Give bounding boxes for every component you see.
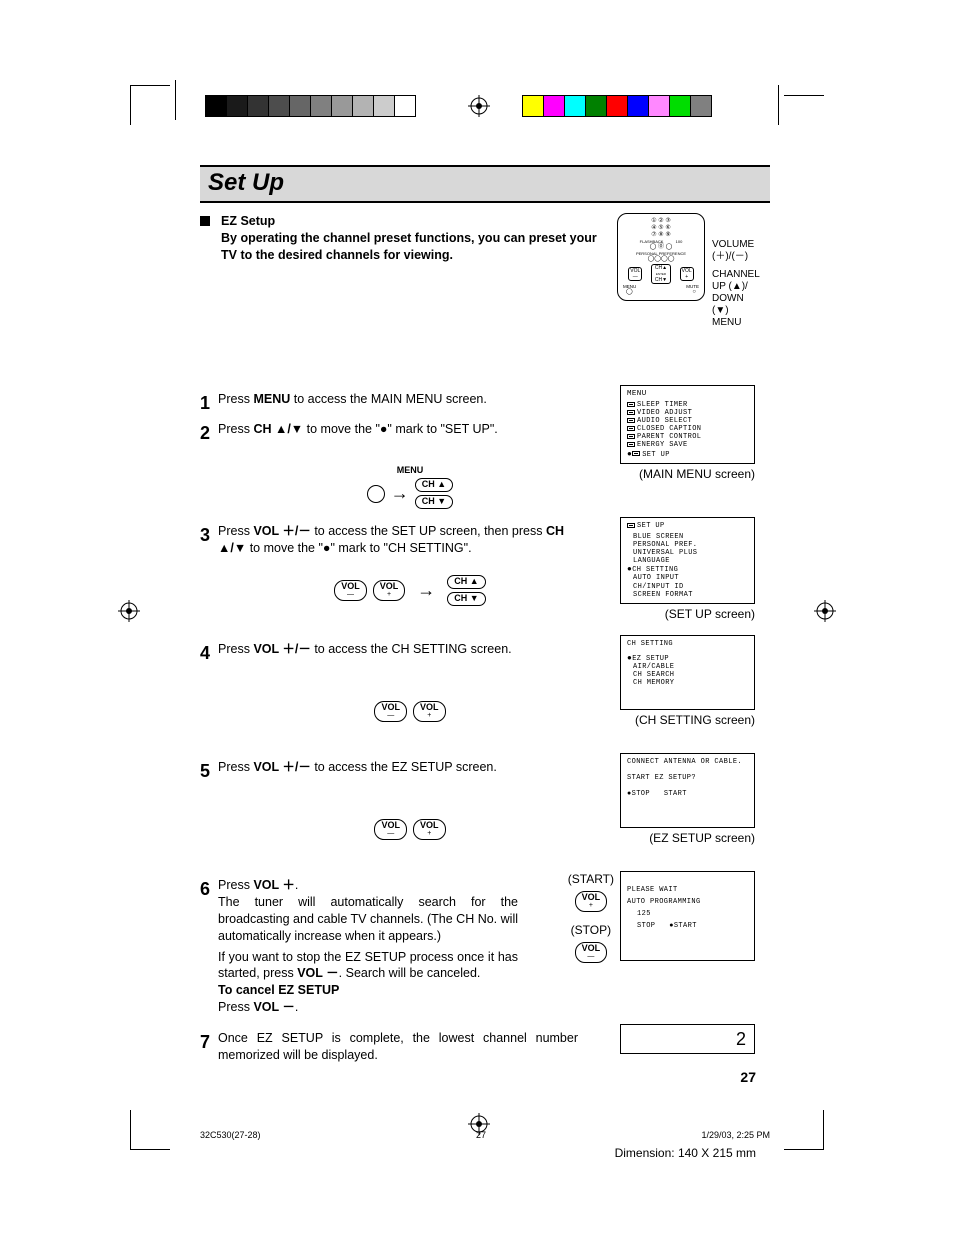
step-3-controls: VOL— VOL+ → CH ▲ CH ▼: [200, 575, 620, 606]
step-2-number: 2: [200, 421, 218, 445]
color-bar: [522, 95, 711, 117]
registration-mark-bottom: [468, 1113, 490, 1140]
step-5-controls: VOL— VOL+: [200, 818, 620, 840]
setup-screen-label: (SET UP screen): [620, 606, 755, 622]
crop-mark-top-right-v: [778, 85, 779, 125]
step-1-text: Press MENU to access the MAIN MENU scree…: [218, 391, 620, 408]
step-6-controls: (START) VOL+ (STOP) VOL—: [568, 871, 614, 963]
crop-mark-bottom-right: [784, 1110, 824, 1150]
step-6-number: 6: [200, 877, 218, 901]
crop-mark-top-left-v: [175, 80, 176, 120]
step-3-number: 3: [200, 523, 218, 547]
step-4-text: Press VOL ＋/－ to access the CH SETTING s…: [218, 641, 620, 658]
ch-setting-screen-label: (CH SETTING screen): [620, 712, 755, 728]
vol-minus-button: VOL—: [334, 580, 367, 601]
step-7-text: Once EZ SETUP is complete, the lowest ch…: [218, 1030, 578, 1064]
section-heading: EZ Setup: [221, 214, 275, 228]
title-bar: Set Up: [200, 165, 770, 203]
footer-file: 32C530(27-28): [200, 1130, 261, 1140]
step-6-text: Press VOL ＋. The tuner will automaticall…: [218, 877, 518, 1016]
page-number: 27: [740, 1069, 756, 1085]
step-2-controls: MENU → CH ▲ CH ▼: [200, 463, 620, 509]
registration-mark-left: [118, 600, 140, 627]
vol-plus-button: VOL+: [373, 580, 406, 601]
dimension-note: Dimension: 140 X 215 mm: [615, 1146, 756, 1160]
remote-diagram: ① ② ③ ④ ⑤ ⑥ ⑦ ⑧ ⑨ FLASHBACK 100 ◯ ⓪ ◯ PE…: [617, 213, 762, 301]
step-5-number: 5: [200, 759, 218, 783]
ez-setup-screen: CONNECT ANTENNA OR CABLE. START EZ SETUP…: [620, 753, 755, 828]
crop-mark-top-left: [130, 85, 170, 125]
section-intro: By operating the channel preset function…: [221, 231, 597, 262]
ch-down-button: CH ▼: [415, 495, 453, 509]
final-channel-screen: 2: [620, 1024, 755, 1054]
step-7-number: 7: [200, 1030, 218, 1054]
page-title: Set Up: [208, 169, 762, 197]
step-5-text: Press VOL ＋/－ to access the EZ SETUP scr…: [218, 759, 620, 776]
remote-labels: VOLUME (＋)/(－) CHANNEL UP (▲)/ DOWN (▼) …: [712, 239, 762, 329]
grayscale-bar: [205, 95, 415, 117]
ez-setup-screen-label: (EZ SETUP screen): [620, 830, 755, 846]
registration-mark-right: [814, 600, 836, 627]
crop-mark-bottom-left: [130, 1110, 170, 1150]
ch-setting-screen: CH SETTING ●EZ SETUP AIR/CABLE CH SEARCH…: [620, 635, 755, 710]
registration-mark-top: [468, 95, 490, 122]
step-1-number: 1: [200, 391, 218, 415]
crop-mark-top-right-h: [784, 95, 824, 96]
step-3-text: Press VOL ＋/－ to access the SET UP scree…: [218, 523, 578, 557]
step-4-controls: VOL— VOL+: [200, 700, 620, 722]
page-content: Set Up EZ Setup By operating the channel…: [200, 165, 770, 1072]
step-4-number: 4: [200, 641, 218, 665]
main-menu-screen: MENU SLEEP TIMER VIDEO ADJUST AUDIO SELE…: [620, 385, 755, 464]
footer-timestamp: 1/29/03, 2:25 PM: [701, 1130, 770, 1140]
main-menu-screen-label: (MAIN MENU screen): [620, 466, 755, 482]
step-2-text: Press CH ▲/▼ to move the "●" mark to "SE…: [218, 421, 620, 438]
section-marker: [200, 216, 210, 226]
ch-up-button: CH ▲: [415, 478, 453, 492]
progress-screen: PLEASE WAIT AUTO PROGRAMMING 125 STOP ●S…: [620, 871, 755, 961]
setup-screen: SET UP BLUE SCREEN PERSONAL PREF. UNIVER…: [620, 517, 755, 604]
